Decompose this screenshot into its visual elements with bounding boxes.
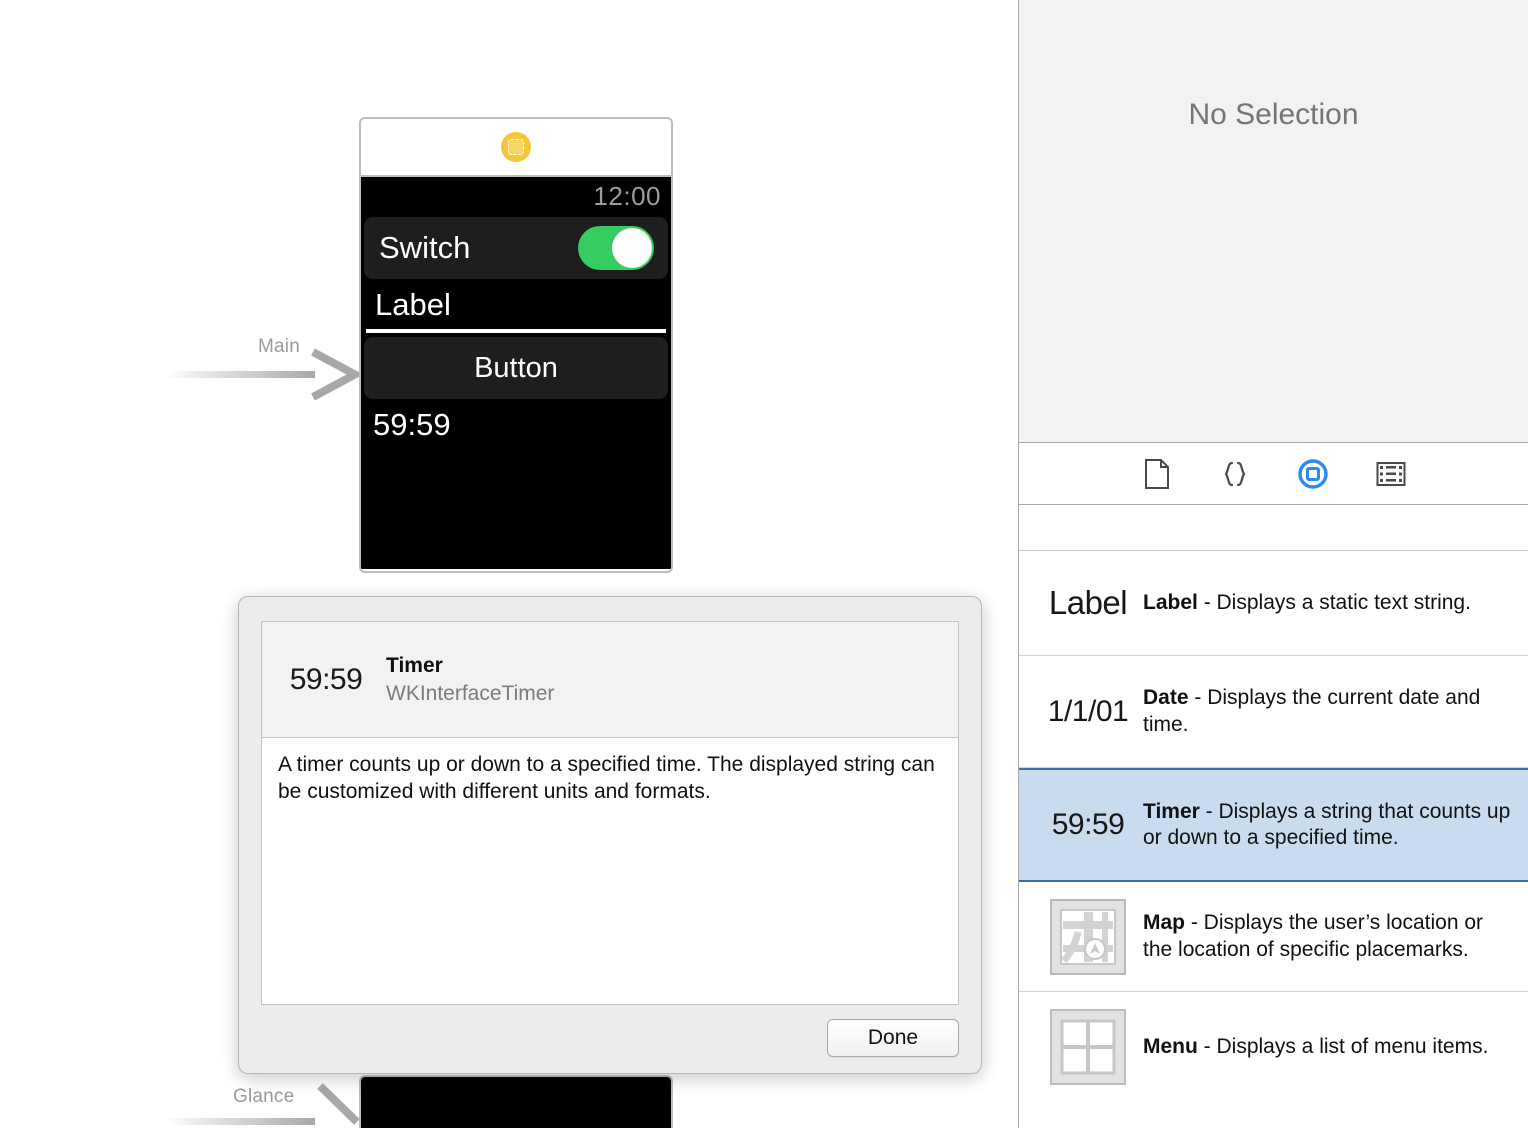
- library-item-desc-text: - Displays the user’s location or the lo…: [1143, 911, 1484, 961]
- inspector-pane: No Selection: [1019, 0, 1528, 443]
- entry-arrow-main-label: Main: [258, 336, 300, 357]
- watch-switch-toggle[interactable]: [578, 226, 654, 270]
- popover-description: A timer counts up or down to a specified…: [278, 753, 935, 803]
- watch-screen[interactable]: 12:00 Switch Label Button 59:59: [361, 177, 671, 569]
- library-info-popover[interactable]: 59:59 Timer WKInterfaceTimer A timer cou…: [238, 596, 982, 1074]
- entry-arrow-glance: Glance: [165, 1078, 365, 1128]
- scene-badge-icon[interactable]: [501, 132, 531, 162]
- watch-bezel: [361, 119, 671, 177]
- watch-scene-glance[interactable]: [359, 1075, 673, 1128]
- library-item-description: Menu - Displays a list of menu items.: [1141, 1034, 1488, 1060]
- library-item-label[interactable]: Label Label - Displays a static text str…: [1019, 551, 1528, 656]
- popover-content: 59:59 Timer WKInterfaceTimer A timer cou…: [261, 621, 959, 1005]
- glance-screen[interactable]: [361, 1077, 671, 1128]
- library-item-icon: [1035, 898, 1141, 975]
- library-filter-strip[interactable]: [1019, 505, 1528, 551]
- library-item-name: Label: [1143, 590, 1198, 614]
- library-item-icon: Label: [1035, 584, 1141, 622]
- library-item-date[interactable]: 1/1/01 Date - Displays the current date …: [1019, 656, 1528, 768]
- library-item-name: Date: [1143, 686, 1189, 710]
- no-selection-message: No Selection: [1188, 98, 1359, 131]
- library-item-description: Map - Displays the user’s location or th…: [1141, 910, 1514, 963]
- popover-class-name: WKInterfaceTimer: [386, 681, 555, 705]
- done-button[interactable]: Done: [827, 1019, 959, 1057]
- toggle-knob: [612, 228, 652, 268]
- media-library-icon[interactable]: [1374, 457, 1408, 491]
- popover-header: 59:59 Timer WKInterfaceTimer: [262, 622, 958, 738]
- library-item-name: Map: [1143, 911, 1185, 935]
- library-toolbar[interactable]: [1019, 443, 1528, 505]
- menu-preview-icon: [1050, 1009, 1126, 1085]
- library-item-name: Timer: [1143, 799, 1200, 823]
- entry-arrow-main: Main: [165, 336, 365, 410]
- library-item-icon: 1/1/01: [1035, 695, 1141, 729]
- app-root: Main 12:00 Switch Label Button 59:59 Gla…: [0, 0, 1528, 1128]
- code-snippet-icon[interactable]: [1218, 457, 1252, 491]
- status-time: 12:00: [593, 181, 661, 211]
- watch-switch-row[interactable]: Switch: [364, 217, 668, 279]
- library-item-desc-text: - Displays a list of menu items.: [1197, 1034, 1489, 1058]
- library-item-description: Label - Displays a static text string.: [1141, 590, 1471, 616]
- library-item-desc-text: - Displays the current date and time.: [1143, 686, 1481, 736]
- library-item-icon: 59:59: [1035, 808, 1141, 842]
- map-preview-icon: [1050, 898, 1126, 975]
- library-item-name: Menu: [1143, 1034, 1198, 1058]
- library-item-timer[interactable]: 59:59 Timer - Displays a string that cou…: [1019, 768, 1528, 882]
- library-item-description: Date - Displays the current date and tim…: [1141, 685, 1514, 738]
- popover-footer: Done: [827, 1019, 959, 1057]
- library-item-desc-text: - Displays a static text string.: [1197, 590, 1471, 614]
- library-item-description: Timer - Displays a string that counts up…: [1141, 799, 1514, 852]
- object-library-list[interactable]: Label Label - Displays a static text str…: [1019, 551, 1528, 1102]
- watch-timer-row[interactable]: 59:59: [361, 399, 671, 443]
- library-item-map[interactable]: Map - Displays the user’s location or th…: [1019, 882, 1528, 992]
- watch-switch-label: Switch: [379, 230, 471, 265]
- timer-preview-icon: 59:59: [1051, 808, 1125, 841]
- label-preview-icon: Label: [1048, 584, 1128, 621]
- watch-label-row[interactable]: Label: [361, 279, 671, 329]
- date-preview-icon: 1/1/01: [1047, 694, 1129, 728]
- utilities-panel[interactable]: No Selection Label Label - Displays a st…: [1018, 0, 1528, 1128]
- storyboard-canvas[interactable]: Main 12:00 Switch Label Button 59:59 Gla…: [0, 0, 1018, 1128]
- watch-button-row[interactable]: Button: [364, 337, 668, 399]
- watch-separator: [366, 329, 666, 333]
- popover-thumbnail: 59:59: [289, 662, 363, 696]
- watch-button-label: Button: [474, 351, 558, 384]
- popover-title: Timer: [386, 653, 443, 677]
- object-library-icon[interactable]: [1296, 457, 1330, 491]
- entry-arrow-glance-label: Glance: [233, 1086, 295, 1107]
- library-item-menu[interactable]: Menu - Displays a list of menu items.: [1019, 992, 1528, 1102]
- file-template-icon[interactable]: [1140, 457, 1174, 491]
- library-item-icon: [1035, 1009, 1141, 1085]
- watch-scene-main[interactable]: 12:00 Switch Label Button 59:59: [359, 117, 673, 573]
